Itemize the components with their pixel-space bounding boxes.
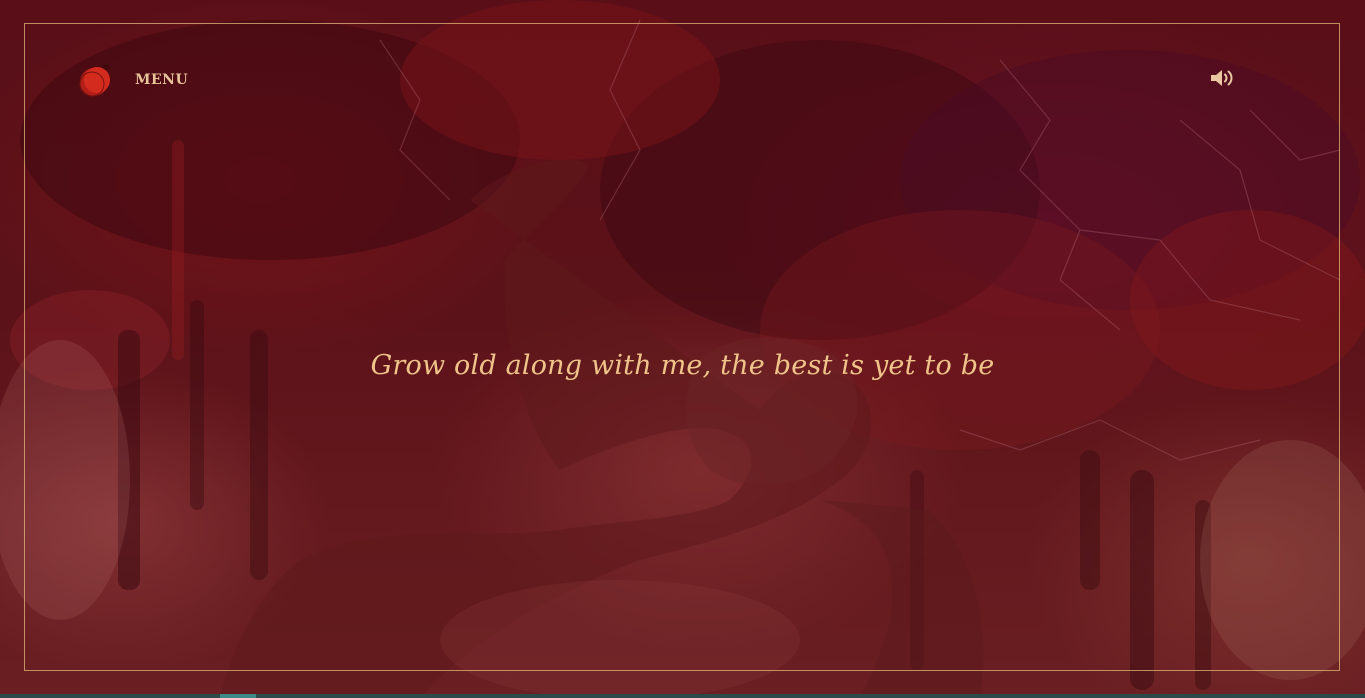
- hero-quote: Grow old along with me, the best is yet …: [370, 350, 995, 381]
- bottom-progress-bar: [0, 694, 1365, 698]
- decorative-frame-border: [24, 23, 1340, 671]
- menu-button[interactable]: MENU: [78, 62, 188, 98]
- pomegranate-logo-icon: [78, 62, 114, 98]
- sound-toggle-button[interactable]: [1208, 67, 1236, 89]
- page-background: MENU Grow old along with me, the best is…: [0, 0, 1365, 698]
- menu-label: MENU: [135, 72, 189, 88]
- speaker-volume-icon: [1211, 70, 1233, 86]
- bottom-progress-indicator: [220, 694, 256, 698]
